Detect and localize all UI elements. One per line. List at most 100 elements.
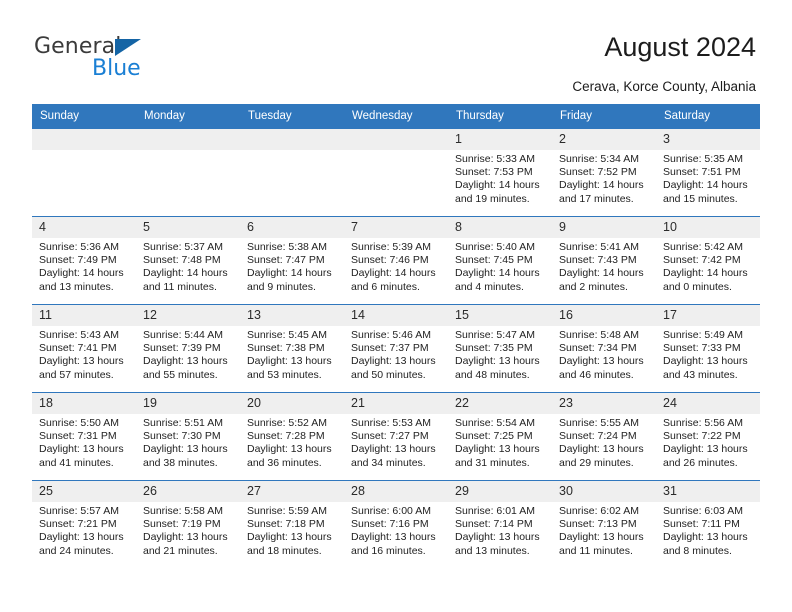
daylight-duration-line2: and 18 minutes. [247, 544, 322, 557]
weekday-header-tuesday: Tuesday [240, 104, 344, 129]
day-number: 25 [32, 481, 136, 502]
sunset-time: Sunset: 7:47 PM [247, 254, 325, 267]
calendar-day-cell[interactable]: 24 Sunrise: 5:56 AM Sunset: 7:22 PM Dayligh… [656, 392, 760, 481]
sunset-time: Sunset: 7:48 PM [143, 254, 221, 267]
sunrise-time: Sunrise: 5:33 AM [455, 153, 535, 165]
daylight-duration-line2: and 19 minutes. [455, 192, 530, 205]
daylight-duration-line2: and 0 minutes. [663, 280, 732, 293]
calendar-day-cell[interactable]: 29 Sunrise: 6:01 AM Sunset: 7:14 PM Dayligh… [448, 480, 552, 569]
logo-triangle-icon [115, 39, 141, 56]
sunrise-time: Sunrise: 5:58 AM [143, 505, 223, 517]
sunrise-time: Sunrise: 5:38 AM [247, 241, 327, 253]
daylight-duration-line2: and 11 minutes. [143, 280, 217, 293]
daylight-duration-line1: Daylight: 14 hours [455, 267, 540, 280]
sunset-time: Sunset: 7:53 PM [455, 166, 533, 179]
daylight-duration-line2: and 9 minutes. [247, 280, 316, 293]
calendar-day-cell[interactable]: 20 Sunrise: 5:52 AM Sunset: 7:28 PM Dayligh… [240, 392, 344, 481]
day-details: Sunrise: 5:34 AM Sunset: 7:52 PM Daylight:… [552, 150, 656, 206]
sunrise-time: Sunrise: 5:40 AM [455, 241, 535, 253]
calendar-day-cell[interactable]: 28 Sunrise: 6:00 AM Sunset: 7:16 PM Dayligh… [344, 480, 448, 569]
sunset-time: Sunset: 7:45 PM [455, 254, 533, 267]
calendar-day-cell[interactable]: 3 Sunrise: 5:35 AM Sunset: 7:51 PM Daylight… [656, 128, 760, 217]
sunrise-time: Sunrise: 5:45 AM [247, 329, 327, 341]
daylight-duration-line1: Daylight: 13 hours [39, 531, 124, 544]
calendar-day-cell[interactable]: 17 Sunrise: 5:49 AM Sunset: 7:33 PM Dayligh… [656, 304, 760, 393]
weekday-header-wednesday: Wednesday [344, 104, 448, 129]
calendar-day-cell[interactable]: 19 Sunrise: 5:51 AM Sunset: 7:30 PM Dayligh… [136, 392, 240, 481]
daylight-duration-line1: Daylight: 13 hours [247, 443, 332, 456]
calendar-day-cell[interactable]: 5 Sunrise: 5:37 AM Sunset: 7:48 PM Daylight… [136, 216, 240, 305]
calendar-day-cell[interactable]: 15 Sunrise: 5:47 AM Sunset: 7:35 PM Dayligh… [448, 304, 552, 393]
calendar-day-cell[interactable]: 12 Sunrise: 5:44 AM Sunset: 7:39 PM Dayligh… [136, 304, 240, 393]
day-number: 19 [136, 393, 240, 414]
weekday-header-saturday: Saturday [656, 104, 760, 129]
calendar-day-cell[interactable]: 1 Sunrise: 5:33 AM Sunset: 7:53 PM Daylight… [448, 128, 552, 217]
daylight-duration-line2: and 31 minutes. [455, 456, 530, 469]
calendar-day-cell[interactable]: 8 Sunrise: 5:40 AM Sunset: 7:45 PM Daylight… [448, 216, 552, 305]
calendar-day-cell[interactable]: 7 Sunrise: 5:39 AM Sunset: 7:46 PM Daylight… [344, 216, 448, 305]
calendar-day-cell[interactable]: 14 Sunrise: 5:46 AM Sunset: 7:37 PM Dayligh… [344, 304, 448, 393]
sunset-time: Sunset: 7:38 PM [247, 342, 325, 355]
sunset-time: Sunset: 7:49 PM [39, 254, 117, 267]
day-number: 27 [240, 481, 344, 502]
day-details: Sunrise: 6:03 AM Sunset: 7:11 PM Daylight:… [656, 502, 760, 558]
daylight-duration-line2: and 16 minutes. [351, 544, 426, 557]
sunrise-time: Sunrise: 5:54 AM [455, 417, 535, 429]
daylight-duration-line2: and 50 minutes. [351, 368, 426, 381]
day-details: Sunrise: 5:41 AM Sunset: 7:43 PM Daylight:… [552, 238, 656, 294]
daylight-duration-line1: Daylight: 13 hours [39, 443, 124, 456]
day-number: 12 [136, 305, 240, 326]
daylight-duration-line1: Daylight: 13 hours [663, 355, 748, 368]
day-details: Sunrise: 5:33 AM Sunset: 7:53 PM Daylight:… [448, 150, 552, 206]
sunset-time: Sunset: 7:41 PM [39, 342, 117, 355]
daylight-duration-line1: Daylight: 14 hours [143, 267, 228, 280]
calendar-day-cell[interactable]: 21 Sunrise: 5:53 AM Sunset: 7:27 PM Dayligh… [344, 392, 448, 481]
sunrise-time: Sunrise: 5:47 AM [455, 329, 535, 341]
daylight-duration-line2: and 53 minutes. [247, 368, 322, 381]
day-details: Sunrise: 5:47 AM Sunset: 7:35 PM Daylight:… [448, 326, 552, 382]
calendar-day-cell[interactable]: 27 Sunrise: 5:59 AM Sunset: 7:18 PM Dayligh… [240, 480, 344, 569]
day-number: 31 [656, 481, 760, 502]
day-number: 8 [448, 217, 552, 238]
calendar-day-cell-empty [240, 128, 344, 217]
calendar-day-cell[interactable]: 23 Sunrise: 5:55 AM Sunset: 7:24 PM Dayligh… [552, 392, 656, 481]
calendar-day-cell[interactable]: 22 Sunrise: 5:54 AM Sunset: 7:25 PM Dayligh… [448, 392, 552, 481]
calendar-day-cell-empty [136, 128, 240, 217]
day-details: Sunrise: 5:39 AM Sunset: 7:46 PM Daylight:… [344, 238, 448, 294]
calendar-day-cell[interactable]: 10 Sunrise: 5:42 AM Sunset: 7:42 PM Dayligh… [656, 216, 760, 305]
calendar-day-cell[interactable]: 31 Sunrise: 6:03 AM Sunset: 7:11 PM Dayligh… [656, 480, 760, 569]
sunset-time: Sunset: 7:28 PM [247, 430, 325, 443]
calendar-day-cell[interactable]: 11 Sunrise: 5:43 AM Sunset: 7:41 PM Dayligh… [32, 304, 136, 393]
daylight-duration-line1: Daylight: 13 hours [559, 355, 644, 368]
sunrise-time: Sunrise: 5:48 AM [559, 329, 639, 341]
daylight-duration-line2: and 46 minutes. [559, 368, 634, 381]
sunset-time: Sunset: 7:30 PM [143, 430, 221, 443]
calendar-day-cell[interactable]: 13 Sunrise: 5:45 AM Sunset: 7:38 PM Dayligh… [240, 304, 344, 393]
daylight-duration-line1: Daylight: 13 hours [455, 355, 540, 368]
calendar-day-cell[interactable]: 25 Sunrise: 5:57 AM Sunset: 7:21 PM Dayligh… [32, 480, 136, 569]
daylight-duration-line2: and 43 minutes. [663, 368, 738, 381]
calendar-day-cell[interactable]: 2 Sunrise: 5:34 AM Sunset: 7:52 PM Daylight… [552, 128, 656, 217]
calendar-day-cell[interactable]: 9 Sunrise: 5:41 AM Sunset: 7:43 PM Daylight… [552, 216, 656, 305]
day-number: 7 [344, 217, 448, 238]
sunrise-time: Sunrise: 5:36 AM [39, 241, 119, 253]
sunrise-time: Sunrise: 6:00 AM [351, 505, 431, 517]
day-number: 15 [448, 305, 552, 326]
calendar-day-cell[interactable]: 26 Sunrise: 5:58 AM Sunset: 7:19 PM Dayligh… [136, 480, 240, 569]
daylight-duration-line1: Daylight: 14 hours [247, 267, 332, 280]
calendar-day-cell[interactable]: 6 Sunrise: 5:38 AM Sunset: 7:47 PM Daylight… [240, 216, 344, 305]
daylight-duration-line2: and 38 minutes. [143, 456, 218, 469]
calendar-day-cell[interactable]: 30 Sunrise: 6:02 AM Sunset: 7:13 PM Dayligh… [552, 480, 656, 569]
calendar-day-cell[interactable]: 16 Sunrise: 5:48 AM Sunset: 7:34 PM Dayligh… [552, 304, 656, 393]
calendar-day-cell[interactable]: 18 Sunrise: 5:50 AM Sunset: 7:31 PM Dayligh… [32, 392, 136, 481]
sunrise-time: Sunrise: 5:39 AM [351, 241, 431, 253]
calendar-day-cell[interactable]: 4 Sunrise: 5:36 AM Sunset: 7:49 PM Daylight… [32, 216, 136, 305]
sunset-time: Sunset: 7:51 PM [663, 166, 741, 179]
sunrise-time: Sunrise: 5:34 AM [559, 153, 639, 165]
sunrise-time: Sunrise: 5:50 AM [39, 417, 119, 429]
daylight-duration-line2: and 17 minutes. [559, 192, 634, 205]
day-number: 11 [32, 305, 136, 326]
day-details: Sunrise: 5:40 AM Sunset: 7:45 PM Daylight:… [448, 238, 552, 294]
sunset-time: Sunset: 7:24 PM [559, 430, 637, 443]
day-number: 24 [656, 393, 760, 414]
